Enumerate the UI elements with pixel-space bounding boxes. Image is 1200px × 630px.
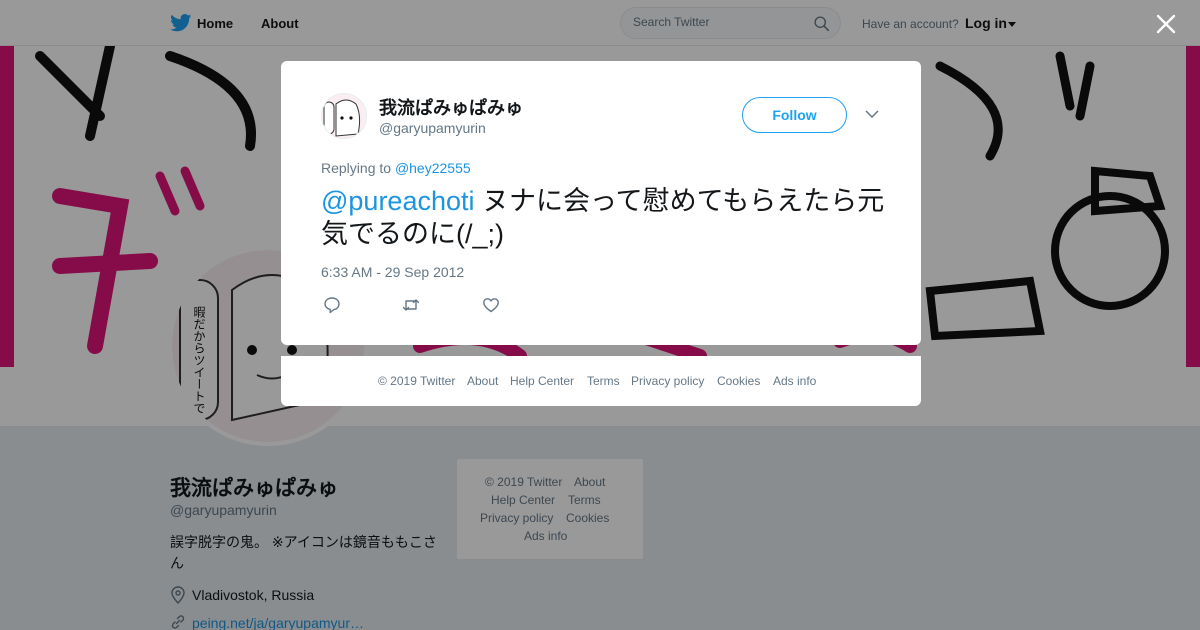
like-icon[interactable] <box>482 296 500 314</box>
follow-button[interactable]: Follow <box>742 97 847 133</box>
replying-to: Replying to @hey22555 <box>321 160 471 176</box>
tweet-mention-link[interactable]: @pureachoti <box>321 186 475 216</box>
tweet-author-name[interactable]: 我流ぱみゅぱみゅ <box>379 94 523 120</box>
modal-footer-privacy-link[interactable]: Privacy policy <box>631 374 704 388</box>
tweet-modal: 我流ぱみゅぱみゅ @garyupamyurin Follow Replying … <box>281 61 921 345</box>
replying-prefix: Replying to <box>321 160 392 176</box>
modal-footer-terms-link[interactable]: Terms <box>587 374 620 388</box>
tweet-author-handle[interactable]: @garyupamyurin <box>379 120 486 136</box>
tweet-timestamp[interactable]: 6:33 AM - 29 Sep 2012 <box>321 264 464 280</box>
close-icon[interactable] <box>1155 13 1177 35</box>
modal-footer-help-link[interactable]: Help Center <box>510 374 574 388</box>
modal-footer-copyright: © 2019 Twitter <box>378 374 456 388</box>
chevron-down-icon[interactable] <box>865 109 879 119</box>
modal-footer-ads-link[interactable]: Ads info <box>773 374 816 388</box>
replying-to-mention[interactable]: @hey22555 <box>395 160 471 176</box>
reply-icon[interactable] <box>323 296 341 314</box>
modal-footer: © 2019 Twitter About Help Center Terms P… <box>281 356 921 406</box>
tweet-author-avatar[interactable] <box>321 93 367 139</box>
author-avatar-artwork <box>322 94 366 138</box>
retweet-icon[interactable] <box>402 296 420 314</box>
modal-footer-cookies-link[interactable]: Cookies <box>717 374 760 388</box>
modal-footer-about-link[interactable]: About <box>467 374 498 388</box>
tweet-text: @pureachoti ヌナに会って慰めてもらえたら元気でるのに(/_;) <box>321 185 891 251</box>
